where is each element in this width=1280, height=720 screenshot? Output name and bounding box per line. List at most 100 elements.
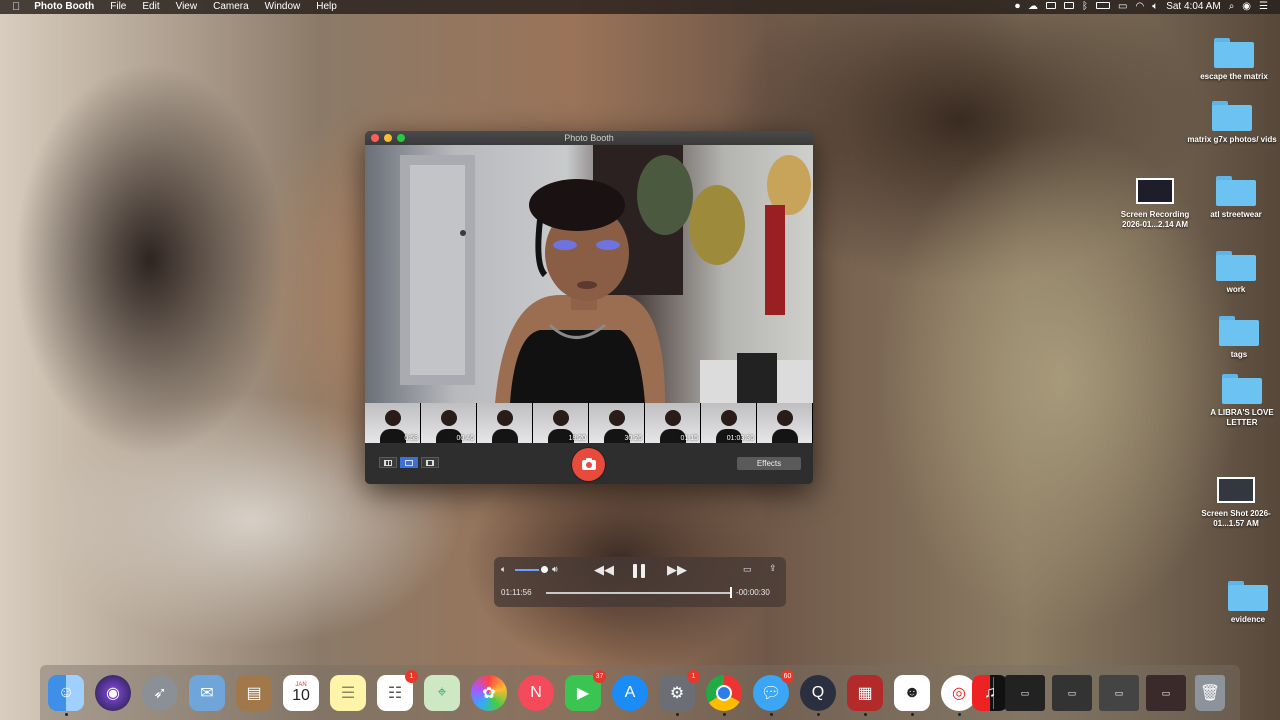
dock-reminders[interactable]: ☷ 1 xyxy=(377,670,418,711)
scrobbles-icon: ◎ xyxy=(952,685,966,702)
dock-chrome[interactable] xyxy=(706,675,742,716)
siri-menu-icon[interactable]: ◉ xyxy=(1242,0,1251,14)
desktop-screen-shot[interactable]: Screen Shot 2026-01...1.57 AM xyxy=(1191,477,1280,529)
grid-view-button[interactable] xyxy=(379,457,397,468)
keyboard-icon[interactable] xyxy=(1064,0,1075,14)
dock-trash[interactable]: 🗑︎ xyxy=(1195,675,1225,711)
video-player-controls: 🔈︎ 🔊︎ ◀◀ ▶▶ ▭ ⇪ 01:11:56 -00:00:30 xyxy=(494,557,786,607)
dock-messages[interactable]: 💬︎ 60 xyxy=(753,670,794,716)
creative-cloud-icon[interactable]: ☁ xyxy=(1028,0,1038,14)
folder-icon xyxy=(1219,316,1259,346)
dock-minimized-window[interactable]: ▭ xyxy=(1005,675,1045,711)
minimize-window-button[interactable] xyxy=(384,134,392,142)
menu-file[interactable]: File xyxy=(102,0,134,14)
effects-button[interactable]: Effects xyxy=(737,457,801,470)
dock-discord[interactable]: ☻ xyxy=(894,675,930,716)
fast-forward-button[interactable]: ▶▶ xyxy=(667,562,687,578)
zoom-window-button[interactable] xyxy=(397,134,405,142)
window-thumbnail-icon: ▭ xyxy=(1067,687,1077,698)
dock-facetime[interactable]: ▶ 37 xyxy=(565,670,606,711)
dock-preview[interactable]: ✉ xyxy=(189,675,225,711)
desktop-folder-matrix-photos[interactable]: matrix g7x photos/ vids xyxy=(1187,101,1277,145)
filmstrip-thumbnail[interactable]: 01:15 xyxy=(645,403,701,443)
desktop-folder-evidence[interactable]: evidence xyxy=(1203,581,1280,625)
window-titlebar[interactable]: Photo Booth xyxy=(365,131,813,145)
spotlight-icon[interactable]: ⌕ xyxy=(1229,0,1235,14)
volume-icon[interactable]: 🔈︎ xyxy=(1152,0,1158,14)
dock-minimized-window[interactable]: ▭ xyxy=(1052,675,1092,711)
trash-icon: 🗑︎ xyxy=(1199,685,1221,702)
menu-help[interactable]: Help xyxy=(308,0,345,14)
dock-photo-booth[interactable]: ▦ xyxy=(847,675,883,716)
dock-app-store[interactable]: A xyxy=(612,675,648,711)
folder-icon xyxy=(1228,581,1268,611)
filmstrip-thumbnail[interactable] xyxy=(477,403,533,443)
playhead[interactable] xyxy=(730,587,733,598)
rocket-icon: ➶ xyxy=(153,685,167,702)
desktop-screen-recording[interactable]: Screen Recording 2026-01...2.14 AM xyxy=(1110,178,1200,230)
menu-view[interactable]: View xyxy=(168,0,206,14)
dock-minimized-window[interactable]: ▭ xyxy=(1146,675,1186,711)
bluetooth-icon[interactable]: ᛒ xyxy=(1082,0,1088,14)
battery-icon[interactable] xyxy=(1096,0,1111,14)
menu-clock[interactable]: Sat 4:04 AM xyxy=(1166,0,1220,14)
desktop-folder-libras-love-letter[interactable]: A LIBRA'S LOVE LETTER xyxy=(1197,374,1280,428)
dock-notes[interactable]: ☰ xyxy=(330,675,366,711)
camera-preview xyxy=(365,145,813,403)
dock-system-preferences[interactable]: ⚙ 1 xyxy=(659,670,700,716)
system-preferences-badge: 1 xyxy=(687,670,700,683)
screenshot-thumbnail-icon xyxy=(1136,178,1174,204)
desktop-folder-atl-streetwear[interactable]: atl streetwear xyxy=(1191,176,1280,220)
dock-finder[interactable]: ☺ xyxy=(48,675,84,716)
desktop-item-label: tags xyxy=(1230,350,1248,359)
rewind-button[interactable]: ◀◀ xyxy=(594,562,614,578)
dock-music-app[interactable]: ♫ xyxy=(972,675,1008,711)
status-area: ⏺ ☁ ᛒ ▭ ◠ 🔈︎ Sat 4:04 AM ⌕ ◉ ☰ xyxy=(1011,0,1280,14)
take-photo-button[interactable] xyxy=(572,448,605,481)
camera-icon xyxy=(581,457,596,470)
volume-slider-knob[interactable] xyxy=(541,566,548,573)
record-stop-icon[interactable]: ⏺ xyxy=(1015,0,1020,14)
menu-app-name[interactable]: Photo Booth xyxy=(26,0,102,14)
volume-slider[interactable] xyxy=(515,569,539,571)
dock-maps[interactable]: ⌖ xyxy=(424,675,460,711)
filmstrip-thumbnail[interactable] xyxy=(757,403,813,443)
elapsed-time: 01:11:56 xyxy=(501,588,532,597)
filmstrip-thumbnail[interactable]: 30:26 xyxy=(589,403,645,443)
dock-siri[interactable]: ◉ xyxy=(95,675,131,711)
notification-center-icon[interactable]: ☰ xyxy=(1259,0,1268,14)
dock-quicktime[interactable]: Q xyxy=(800,675,836,716)
dock-news[interactable]: N xyxy=(518,675,554,711)
menu-camera[interactable]: Camera xyxy=(205,0,257,14)
discord-icon: ☻ xyxy=(903,684,921,701)
apple-menu-icon[interactable]:  xyxy=(0,0,26,14)
filmstrip-thumbnail[interactable]: 00:46 xyxy=(421,403,477,443)
pause-button[interactable] xyxy=(633,564,637,578)
screenshot-thumbnail-icon xyxy=(1217,477,1255,503)
filmstrip-thumbnail[interactable]: 18:20 xyxy=(533,403,589,443)
airplay-button[interactable]: ▭ xyxy=(743,564,752,575)
desktop-item-label: A LIBRA'S LOVE LETTER xyxy=(1210,408,1274,427)
dock-launchpad[interactable]: ➶ xyxy=(142,675,178,711)
display-icon[interactable] xyxy=(1046,0,1057,14)
share-button[interactable]: ⇪ xyxy=(769,563,777,574)
strip-view-button[interactable] xyxy=(421,457,439,468)
thumbnail-duration: 0:58 xyxy=(404,435,418,442)
desktop-folder-escape-the-matrix[interactable]: escape the matrix xyxy=(1189,38,1279,82)
menu-edit[interactable]: Edit xyxy=(134,0,167,14)
close-window-button[interactable] xyxy=(371,134,379,142)
wifi-icon[interactable]: ◠ xyxy=(1135,0,1144,14)
desktop-folder-tags[interactable]: tags xyxy=(1194,316,1280,360)
single-photo-view-button[interactable] xyxy=(400,457,418,468)
dock-contacts[interactable]: ▤ xyxy=(236,675,272,711)
menu-window[interactable]: Window xyxy=(257,0,309,14)
desktop-folder-work[interactable]: work xyxy=(1191,251,1280,295)
dock-photos[interactable]: ✿ xyxy=(471,675,507,711)
dock-minimized-window[interactable]: ▭ xyxy=(1099,675,1139,711)
airplay-icon[interactable]: ▭ xyxy=(1118,0,1127,14)
filmstrip-thumbnail[interactable]: 0:58 xyxy=(365,403,421,443)
app-store-icon: A xyxy=(624,684,636,701)
dock-calendar[interactable]: JAN 10 xyxy=(283,675,319,711)
playback-progress-bar[interactable] xyxy=(546,592,732,594)
filmstrip-thumbnail[interactable]: 01:03:36 xyxy=(701,403,757,443)
